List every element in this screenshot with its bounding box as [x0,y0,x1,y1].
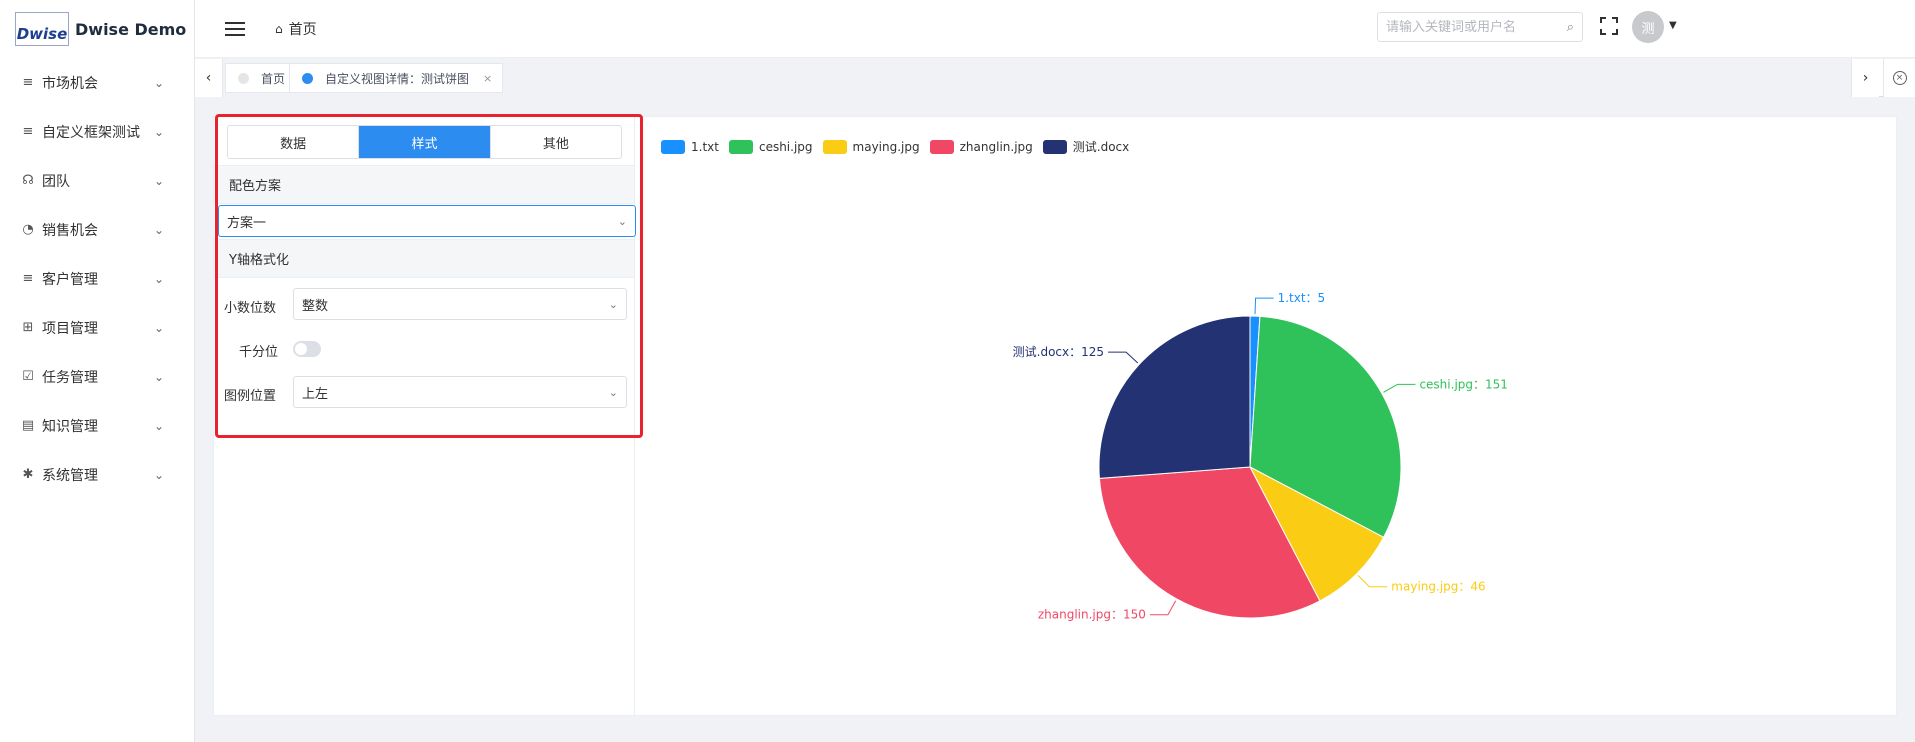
sidebar-item-label: 市场机会 [42,75,98,92]
sidebar-item[interactable]: ≡ 客户管理 ⌄ [0,254,194,303]
logo-mark: Dwise [15,12,69,46]
sidebar-item-label: 任务管理 [42,369,98,386]
list-icon: ≡ [22,271,34,286]
pie-slice[interactable] [1098,315,1251,479]
sidebar-item-label: 项目管理 [42,320,98,337]
tabs-container: 首页 自定义视图详情：测试饼图 × [223,59,1851,97]
sidebar-item-label: 销售机会 [42,222,98,239]
slice-label: zhanglin.jpg：150 [1038,608,1146,622]
chevron-down-icon: ⌄ [153,173,164,188]
checkbox-icon: ☑ [22,369,34,384]
slice-label-line [1383,383,1416,393]
breadcrumb: ⌂ 首页 [275,19,317,39]
sidebar-item[interactable]: ☑ 任务管理 ⌄ [0,352,194,401]
decimal-places-label: 小数位数 [224,301,277,316]
color-scheme-value: 方案一 [227,215,267,231]
yaxis-format-section: Y轴格式化 [214,239,634,278]
decimal-places-value: 整数 [302,298,329,314]
tab-label: 首页 [261,71,286,86]
list-icon: ≡ [22,124,34,139]
segment-data[interactable]: 数据 [228,126,360,158]
chevron-down-icon: ⌄ [153,418,164,433]
sidebar: Dwise Dwise Demo ≡ 市场机会 ⌄ ≡ 自定义框架测试 ⌄ ☊ 团队 ⌄ ◔ 销售机… [0,0,195,742]
sidebar-item[interactable]: ≡ 市场机会 ⌄ [0,58,194,107]
breadcrumb-home[interactable]: 首页 [289,19,317,39]
slice-label: ceshi.jpg：151 [1419,377,1507,391]
chevron-down-icon: ⌄ [608,385,618,399]
tab-scroll-right-icon[interactable]: › [1851,59,1879,97]
color-scheme-select[interactable]: 方案一 ⌄ [218,205,636,237]
tab-view-detail[interactable]: 自定义视图详情：测试饼图 × [289,63,504,93]
sidebar-item-label: 知识管理 [42,418,98,435]
tab-scroll-left-icon[interactable]: ‹ [195,59,223,97]
list-icon: ≡ [22,75,34,90]
search-box: ⌕ [1377,12,1583,42]
sidebar-item-label: 自定义框架测试 [42,124,140,141]
app-title: Dwise Demo [75,19,187,39]
thousands-separator-label: 千分位 [239,345,279,360]
chevron-down-icon: ⌄ [153,124,164,139]
close-all-tabs-button[interactable]: × [1883,59,1915,97]
sidebar-item[interactable]: ≡ 自定义框架测试 ⌄ [0,107,194,156]
chevron-down-icon: ⌄ [153,320,164,335]
slice-label: 1.txt：5 [1278,291,1326,305]
team-icon: ☊ [22,173,34,188]
sidebar-item[interactable]: ✱ 系统管理 ⌄ [0,450,194,499]
tab-home[interactable]: 首页 [225,63,297,93]
thousands-separator-toggle[interactable] [293,341,321,357]
sidebar-item[interactable]: ▤ 知识管理 ⌄ [0,401,194,450]
search-input[interactable] [1386,19,1567,35]
chevron-down-icon: ⌄ [153,222,164,237]
hamburger-menu-icon[interactable] [225,18,245,40]
segment-other[interactable]: 其他 [490,126,621,158]
logo: Dwise Dwise Demo [0,0,194,58]
tab-bar: ‹ 首页 自定义视图详情：测试饼图 × › × [195,59,1915,97]
pie-chart-svg: 1.txt：5 ceshi.jpg：151 maying.jpg：46 zhangli… [1013,291,1508,622]
chevron-down-icon: ⌄ [617,214,627,228]
home-icon: ⌂ [275,21,283,36]
chevron-down-icon: ⌄ [153,467,164,482]
logo-text: Dwise [16,25,68,43]
gear-icon: ✱ [22,467,34,482]
settings-panel: 数据 样式 其他 配色方案 方案一 ⌄ Y轴格式化 小数位数 整数 ⌄ 千分位 … [214,114,643,717]
avatar[interactable]: 测 [1632,11,1664,43]
chevron-down-icon: ⌄ [608,297,618,311]
pie-chart: 1.txt ceshi.jpg maying.jpg zhanglin.jpg 测试.d… [635,117,1897,717]
sidebar-item[interactable]: ◔ 销售机会 ⌄ [0,205,194,254]
grid-icon: ⊞ [22,320,34,335]
pie-chart-icon: ◔ [22,222,34,237]
sidebar-item[interactable]: ☊ 团队 ⌄ [0,156,194,205]
tab-dot-icon [302,72,313,84]
sidebar-item-label: 客户管理 [42,271,98,288]
book-icon: ▤ [21,418,35,433]
slice-label: maying.jpg：46 [1391,580,1485,594]
slice-label-line [1149,600,1177,616]
decimal-places-select[interactable]: 整数 ⌄ [293,288,627,320]
sidebar-item-label: 系统管理 [42,467,98,484]
close-circle-icon: × [1892,71,1907,85]
fullscreen-icon[interactable] [1600,17,1618,35]
color-scheme-section: 配色方案 [214,165,634,204]
segment-style[interactable]: 样式 [359,126,491,158]
main-content: 数据 样式 其他 配色方案 方案一 ⌄ Y轴格式化 小数位数 整数 ⌄ 千分位 … [213,114,1897,717]
slice-label-line [1108,351,1139,364]
chevron-down-icon: ⌄ [153,369,164,384]
tab-label: 自定义视图详情：测试饼图 [325,71,470,86]
settings-segmented-tabs: 数据 样式 其他 [227,125,622,159]
tab-dot-icon [238,72,249,84]
chevron-down-icon: ⌄ [153,75,164,90]
slice-label: 测试.docx：125 [1013,344,1104,359]
caret-down-icon[interactable]: ▼ [1669,20,1677,31]
slice-label-line [1254,297,1274,315]
sidebar-menu: ≡ 市场机会 ⌄ ≡ 自定义框架测试 ⌄ ☊ 团队 ⌄ ◔ 销售机会 ⌄ ≡ 客户管理 ⌄ ⊞ 项目管理 ⌄ ☑ 任务… [0,58,194,499]
tab-close-icon[interactable]: × [483,72,492,85]
legend-position-label: 图例位置 [224,389,277,404]
search-icon[interactable]: ⌕ [1567,20,1574,35]
sidebar-item-label: 团队 [42,173,70,190]
slice-label-line [1357,575,1388,588]
legend-position-value: 上左 [302,386,329,402]
legend-position-select[interactable]: 上左 ⌄ [293,376,627,408]
chevron-down-icon: ⌄ [153,271,164,286]
sidebar-item[interactable]: ⊞ 项目管理 ⌄ [0,303,194,352]
